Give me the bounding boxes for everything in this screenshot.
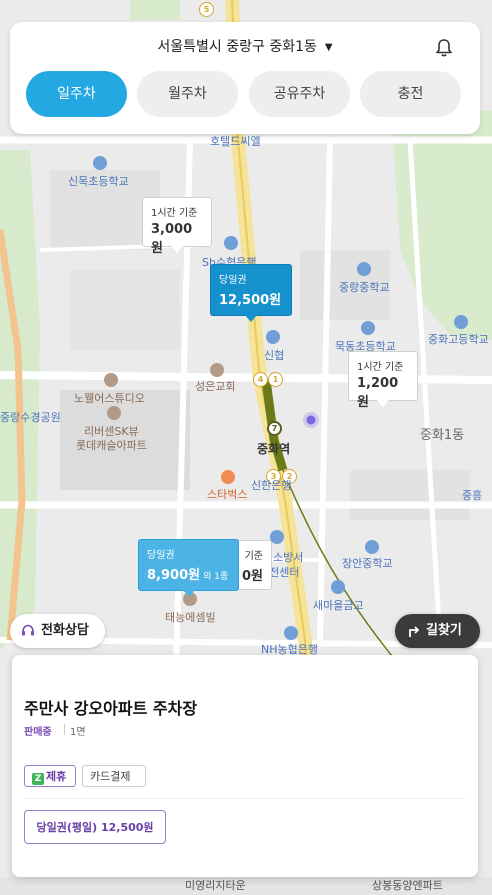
school-icon (454, 315, 468, 329)
marker-tail (171, 246, 183, 253)
map-label-pool: 중랑수경공원 (0, 411, 61, 424)
sale-status: 판매중 (24, 727, 52, 738)
station-badge-1: 1 (268, 372, 283, 387)
marker-extra: 외 1종 (203, 572, 229, 582)
marker-basis: 당일권 (147, 550, 175, 561)
map-label-junghwa1dong: 중화1동 (420, 428, 465, 443)
price-marker[interactable]: 1시간 기준 1,200원 (348, 351, 418, 410)
location-text: 서울특별시 중랑구 중화1동 (157, 39, 317, 55)
marker-tail (245, 315, 257, 322)
price-marker-selected[interactable]: 당일권 8,900원 외 1종 (138, 539, 239, 597)
tab-daily-parking[interactable]: 일주차 (26, 71, 127, 117)
daily-ticket-button[interactable]: 당일권(평일) 12,500원 (24, 810, 166, 844)
map-label-miyeong: 미영리지타운 (185, 879, 246, 892)
map-label-sangbong: 상봉동양엔파트 (372, 879, 443, 892)
map-label-sinhyeop: 신협 (264, 349, 285, 362)
station-badge-5: 5 (199, 2, 214, 17)
school-icon (357, 262, 371, 276)
map-label-taeneung: 태능에셈빌 (165, 611, 216, 624)
headset-icon (22, 624, 34, 636)
partner-chip: Z 제휴 (24, 765, 76, 787)
apartment-icon (107, 406, 121, 420)
map-label-starbucks: 스타벅스 (207, 488, 248, 501)
price-marker[interactable]: 1시간 기준 3,000원 (142, 197, 212, 256)
school-icon (365, 540, 379, 554)
parking-lot-title: 주만사 강오아파트 주차장 (24, 699, 198, 718)
bank-icon (270, 530, 284, 544)
parking-detail-card[interactable]: 주만사 강오아파트 주차장 판매중 1면 Z 제휴 카드결제 당일권(평일) 12… (12, 655, 478, 877)
marker-basis: 1시간 기준 (151, 208, 198, 219)
tab-charging[interactable]: 충전 (360, 71, 461, 117)
station-badge-7: 7 (267, 421, 282, 436)
marker-tail (182, 590, 195, 597)
bank-icon (224, 236, 238, 250)
map-label-junghwa-high: 중화고등학교 (428, 333, 489, 346)
marker-basis: 1시간 기준 (357, 362, 404, 373)
studio-icon (104, 373, 118, 387)
z-logo-icon: Z (32, 773, 44, 785)
map-label-sobangseo: 소방서 (273, 551, 304, 564)
map-label-shinhan: 신한은행 (251, 479, 292, 492)
cafe-icon (221, 470, 235, 484)
divider (24, 798, 466, 799)
bell-icon[interactable] (434, 38, 454, 58)
map-label-seongeun: 성은교회 (195, 380, 236, 393)
map-label-junghwa-middle: 중랑중학교 (339, 281, 390, 294)
school-icon (361, 321, 375, 335)
marker-price: 12,500원 (219, 293, 282, 308)
school-icon (93, 156, 107, 170)
top-header: 서울특별시 중랑구 중화1동 ▼ 일주차 월주차 공유주차 충전 (10, 22, 480, 134)
divider (64, 724, 65, 735)
phone-consult-label: 전화상담 (41, 623, 89, 638)
directions-label: 길찾기 (426, 623, 462, 638)
map-label-skview-2: 롯데캐슬아파트 (76, 439, 147, 452)
map-label-junghwa-station: 중화역 (257, 442, 291, 456)
turn-right-arrow-icon (409, 626, 420, 637)
station-badge-4: 4 (253, 372, 268, 387)
church-icon (210, 363, 224, 377)
marker-price-value: 8,900원 (147, 568, 201, 583)
bank-icon (266, 330, 280, 344)
location-selector[interactable]: 서울특별시 중랑구 중화1동 ▼ (10, 36, 480, 56)
tab-monthly-parking[interactable]: 월주차 (137, 71, 238, 117)
directions-button[interactable]: 길찾기 (395, 614, 480, 648)
marker-tail (377, 400, 389, 407)
map-label-sinmok-school: 신목초등학교 (68, 175, 129, 188)
parking-spaces-count: 1면 (70, 727, 86, 738)
map-label-hotel: 호텔드씨엘 (210, 135, 261, 148)
map-label-jangan-school: 장안중학교 (342, 557, 393, 570)
map-label-junghwa-h: 중흥 (462, 489, 483, 502)
phone-consult-button[interactable]: 전화상담 (10, 614, 105, 648)
bank-icon (331, 580, 345, 594)
caret-down-icon: ▼ (324, 41, 333, 53)
tab-shared-parking[interactable]: 공유주차 (249, 71, 350, 117)
marker-basis: 당일권 (219, 275, 247, 286)
map-label-saemaeul: 새마을금고 (313, 599, 364, 612)
card-payment-chip: 카드결제 (82, 765, 146, 787)
partner-chip-label: 제휴 (46, 770, 67, 783)
marker-price: 8,900원 외 1종 (147, 564, 230, 583)
map-label-nowell: 노웰어스튜디오 (74, 392, 145, 405)
bank-icon (284, 626, 298, 640)
price-marker[interactable]: 당일권 12,500원 (210, 264, 292, 322)
